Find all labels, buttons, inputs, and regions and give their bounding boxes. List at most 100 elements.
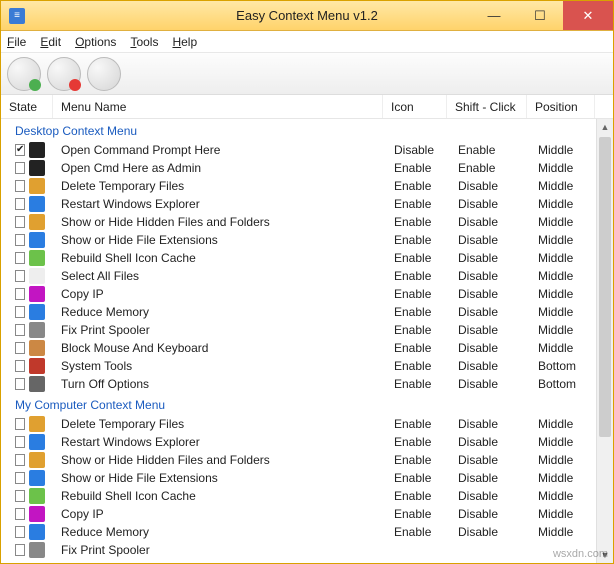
list-row[interactable]: Copy IPEnableDisableMiddle [1, 505, 596, 523]
row-state [1, 214, 53, 230]
list-row[interactable]: Open Cmd Here as AdminEnableEnableMiddle [1, 159, 596, 177]
row-icon-col: Enable [386, 269, 450, 283]
row-checkbox[interactable] [15, 508, 25, 520]
row-checkbox[interactable] [15, 490, 25, 502]
row-checkbox[interactable] [15, 216, 25, 228]
row-menu-name: Open Cmd Here as Admin [53, 161, 386, 175]
list-row[interactable]: Delete Temporary FilesEnableDisableMiddl… [1, 177, 596, 195]
list-row[interactable]: Show or Hide File ExtensionsEnableDisabl… [1, 469, 596, 487]
list-row[interactable]: Show or Hide Hidden Files and FoldersEna… [1, 451, 596, 469]
row-checkbox[interactable] [15, 418, 25, 430]
list-row[interactable]: Rebuild Shell Icon CacheEnableDisableMid… [1, 487, 596, 505]
row-state [1, 542, 53, 558]
tool-add[interactable] [7, 57, 41, 91]
col-header-icon[interactable]: Icon [383, 95, 447, 118]
list-row[interactable]: Restart Windows ExplorerEnableDisableMid… [1, 195, 596, 213]
row-menu-name: Fix Print Spooler [53, 323, 386, 337]
memory-icon [29, 524, 45, 540]
menu-help[interactable]: Help [172, 35, 197, 49]
app-icon: ≡ [9, 8, 25, 24]
printer-icon [29, 542, 45, 558]
row-checkbox[interactable] [15, 270, 25, 282]
list-row[interactable]: Show or Hide File ExtensionsEnableDisabl… [1, 231, 596, 249]
list-row[interactable]: Delete Temporary FilesEnableDisableMiddl… [1, 415, 596, 433]
restart-icon [29, 196, 45, 212]
row-checkbox[interactable] [15, 454, 25, 466]
row-checkbox[interactable] [15, 306, 25, 318]
row-position: Middle [530, 305, 596, 319]
titlebar[interactable]: ≡ Easy Context Menu v1.2 — ☐ ✕ [1, 1, 613, 31]
row-position: Middle [530, 143, 596, 157]
row-position: Middle [530, 179, 596, 193]
row-icon-col: Disable [386, 143, 450, 157]
list-row[interactable]: Block Mouse And KeyboardEnableDisableMid… [1, 339, 596, 357]
row-checkbox[interactable] [15, 472, 25, 484]
row-checkbox[interactable] [15, 436, 25, 448]
row-checkbox[interactable] [15, 324, 25, 336]
list-row[interactable]: Fix Print SpoolerEnableDisableMiddle [1, 321, 596, 339]
row-checkbox[interactable] [15, 288, 25, 300]
minimize-button[interactable]: — [471, 1, 517, 30]
folder-icon [29, 214, 45, 230]
list-row[interactable]: Fix Print Spooler [1, 541, 596, 559]
row-icon-col: Enable [386, 489, 450, 503]
list-row[interactable]: Turn Off OptionsEnableDisableBottom [1, 375, 596, 393]
row-checkbox[interactable] [15, 180, 25, 192]
row-checkbox[interactable] [15, 544, 25, 556]
col-header-menuname[interactable]: Menu Name [53, 95, 383, 118]
row-checkbox[interactable] [15, 162, 25, 174]
row-menu-name: Copy IP [53, 507, 386, 521]
row-menu-name: Fix Print Spooler [53, 543, 386, 557]
list-row[interactable]: Restart Windows ExplorerEnableDisableMid… [1, 433, 596, 451]
tool-remove[interactable] [47, 57, 81, 91]
menu-edit[interactable]: Edit [40, 35, 61, 49]
cache-icon [29, 250, 45, 266]
row-shift-click: Disable [450, 453, 530, 467]
col-header-shift[interactable]: Shift - Click [447, 95, 527, 118]
group-header[interactable]: My Computer Context Menu [1, 393, 596, 415]
row-menu-name: Delete Temporary Files [53, 179, 386, 193]
row-position: Middle [530, 323, 596, 337]
vertical-scrollbar[interactable]: ▲ ▼ [596, 119, 613, 563]
row-state [1, 452, 53, 468]
menu-file[interactable]: File [7, 35, 26, 49]
row-checkbox[interactable] [15, 252, 25, 264]
row-position: Bottom [530, 377, 596, 391]
group-header[interactable]: Desktop Context Menu [1, 119, 596, 141]
list-row[interactable]: Reduce MemoryEnableDisableMiddle [1, 523, 596, 541]
list-row[interactable]: Copy IPEnableDisableMiddle [1, 285, 596, 303]
row-position: Middle [530, 161, 596, 175]
scroll-down-arrow[interactable]: ▼ [597, 547, 613, 563]
list-row[interactable]: System ToolsEnableDisableBottom [1, 357, 596, 375]
row-shift-click: Disable [450, 269, 530, 283]
col-header-state[interactable]: State [1, 95, 53, 118]
row-checkbox[interactable] [15, 360, 25, 372]
row-state [1, 376, 53, 392]
list-row[interactable]: Reduce MemoryEnableDisableMiddle [1, 303, 596, 321]
row-position: Middle [530, 287, 596, 301]
close-button[interactable]: ✕ [563, 1, 613, 30]
list-row[interactable]: Show or Hide Hidden Files and FoldersEna… [1, 213, 596, 231]
list-row[interactable]: Select All FilesEnableDisableMiddle [1, 267, 596, 285]
menu-tools[interactable]: Tools [130, 35, 158, 49]
row-checkbox[interactable] [15, 378, 25, 390]
row-checkbox[interactable] [15, 198, 25, 210]
scroll-up-arrow[interactable]: ▲ [597, 119, 613, 135]
row-shift-click: Disable [450, 435, 530, 449]
col-header-position[interactable]: Position [527, 95, 595, 118]
folder-icon [29, 452, 45, 468]
tool-settings[interactable] [87, 57, 121, 91]
row-state [1, 506, 53, 522]
row-menu-name: Restart Windows Explorer [53, 197, 386, 211]
row-checkbox[interactable] [15, 234, 25, 246]
row-position: Middle [530, 453, 596, 467]
list-row[interactable]: Rebuild Shell Icon CacheEnableDisableMid… [1, 249, 596, 267]
scroll-thumb[interactable] [599, 137, 611, 437]
list[interactable]: Desktop Context Menu✔Open Command Prompt… [1, 119, 596, 563]
row-checkbox[interactable]: ✔ [15, 144, 25, 156]
row-checkbox[interactable] [15, 342, 25, 354]
list-row[interactable]: ✔Open Command Prompt HereDisableEnableMi… [1, 141, 596, 159]
row-checkbox[interactable] [15, 526, 25, 538]
maximize-button[interactable]: ☐ [517, 1, 563, 30]
menu-options[interactable]: Options [75, 35, 116, 49]
